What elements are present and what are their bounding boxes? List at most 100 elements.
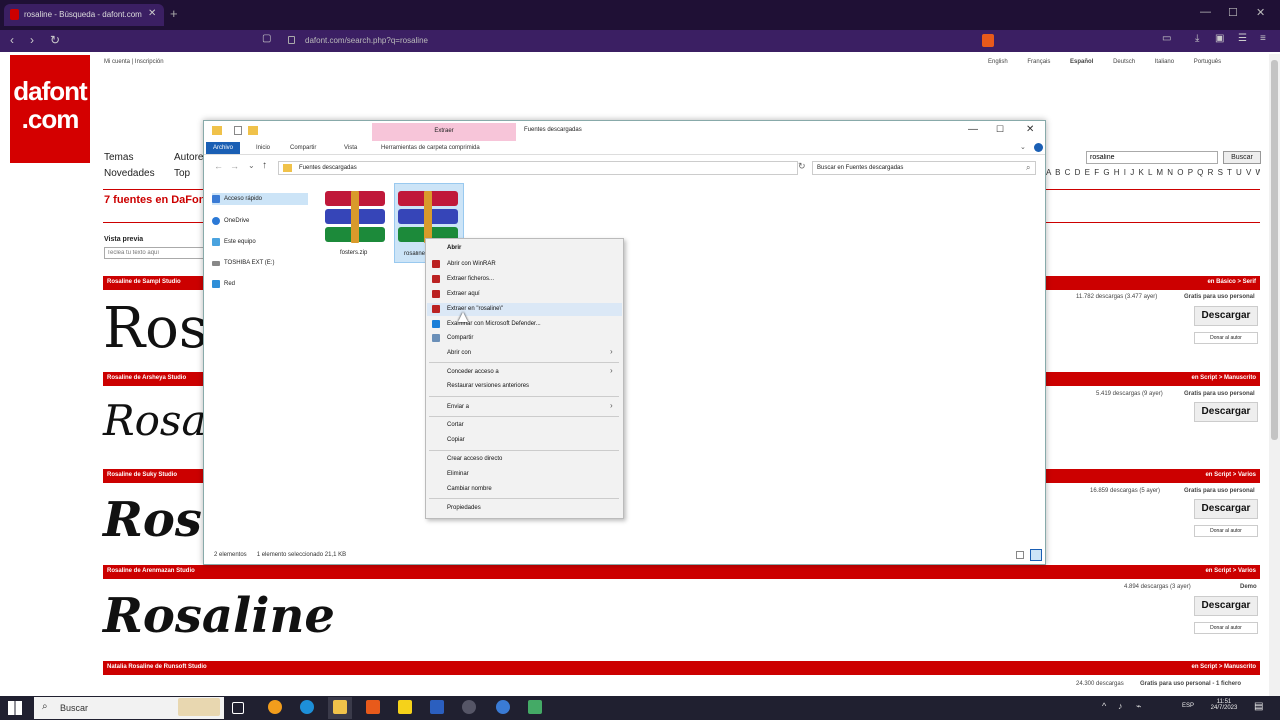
menu-item-delete[interactable]: Eliminar [447, 471, 469, 477]
large-icons-view-icon[interactable] [1030, 549, 1042, 561]
menu-item-restore-versions[interactable]: Restaurar versiones anteriores [447, 383, 529, 389]
tab-archivo[interactable]: Archivo [206, 142, 240, 154]
menu-item-extract-files[interactable]: Extraer ficheros... [447, 276, 494, 282]
lang-portuguese[interactable]: Português [1194, 59, 1221, 65]
forward-icon[interactable]: › [30, 33, 34, 47]
font-preview[interactable]: Rosaline [103, 588, 335, 644]
close-icon[interactable]: ✕ [1026, 124, 1034, 135]
menu-item-extract-to-folder[interactable]: Extraer en "rosaline\" [447, 306, 503, 312]
browser-tab[interactable]: rosaline - Búsqueda - dafont.com [4, 4, 164, 26]
download-button[interactable]: Descargar [1194, 402, 1258, 422]
download-button[interactable]: Descargar [1194, 499, 1258, 519]
tray-chevron-icon[interactable]: ^ [1102, 701, 1106, 711]
explorer-address-bar[interactable]: Fuentes descargadas [278, 161, 798, 175]
tab-extract[interactable]: Extraer [372, 123, 516, 141]
lang-english[interactable]: English [988, 59, 1008, 65]
menu-top[interactable]: Top [174, 168, 190, 179]
scrollbar-thumb[interactable] [1271, 60, 1278, 440]
lang-german[interactable]: Deutsch [1113, 59, 1135, 65]
app-icon[interactable] [496, 700, 510, 714]
font-name-link[interactable]: Natalia Rosaline de Runsoft Studio [107, 664, 207, 670]
alphabet-nav[interactable]: A B C D E F G H I J K L M N O P Q R S T … [1046, 168, 1260, 177]
reload-icon[interactable]: ↻ [50, 33, 60, 47]
font-category[interactable]: en Script > Manuscrito [1191, 375, 1256, 381]
menu-item-cut[interactable]: Cortar [447, 422, 464, 428]
menu-item-rename[interactable]: Cambiar nombre [447, 486, 492, 492]
sticky-notes-icon[interactable] [398, 700, 412, 714]
font-category[interactable]: en Script > Varios [1205, 472, 1256, 478]
sidebar-item-toshiba-drive[interactable]: TOSHIBA EXT (E:) [212, 257, 308, 269]
sidebar-item-quick-access[interactable]: Acceso rápido [212, 193, 308, 205]
downloads-icon[interactable]: ⤓ [1195, 33, 1199, 44]
font-category[interactable]: en Básico > Serif [1207, 279, 1256, 285]
menu-item-open-winrar[interactable]: Abrir con WinRAR [447, 261, 496, 267]
minimize-icon[interactable]: — [968, 124, 978, 135]
up-icon[interactable]: ↑ [262, 160, 267, 171]
refresh-icon[interactable]: ↻ [798, 161, 806, 172]
sidebar-item-this-pc[interactable]: Este equipo [212, 236, 308, 248]
lang-french[interactable]: Français [1027, 59, 1050, 65]
download-button[interactable]: Descargar [1194, 596, 1258, 616]
menu-item-share[interactable]: Compartir [447, 335, 473, 341]
recent-locations-icon[interactable]: ⌄ [248, 161, 255, 170]
sidebar-panel-icon[interactable]: ▭ [1162, 33, 1171, 44]
explorer-search-input[interactable]: Buscar en Fuentes descargadas [812, 161, 1036, 175]
menu-item-properties[interactable]: Propiedades [447, 505, 481, 511]
menu-item-create-shortcut[interactable]: Crear acceso directo [447, 456, 502, 462]
network-icon[interactable]: ⌁ [1136, 701, 1141, 712]
language-indicator[interactable]: ESP [1182, 703, 1194, 709]
extensions-icon[interactable]: ☰ [1238, 33, 1247, 44]
winrar-archive-icon[interactable] [325, 191, 385, 243]
ribbon-expand-icon[interactable]: ⌄ [1020, 143, 1026, 151]
maximize-icon[interactable]: ☐ [996, 124, 1004, 135]
file-explorer-icon[interactable] [333, 700, 347, 714]
font-row-header[interactable]: Rosaline de Arenmazan Studio en Script > … [103, 565, 1260, 579]
brave-icon[interactable] [366, 700, 380, 714]
site-search-button[interactable]: Buscar [1223, 151, 1261, 164]
edge-icon[interactable] [300, 700, 314, 714]
lang-spanish[interactable]: Español [1070, 59, 1093, 65]
account-links[interactable]: Mi cuenta | Inscripción [104, 59, 164, 65]
new-tab-button[interactable]: + [170, 6, 178, 21]
menu-item-open[interactable]: Abrir [447, 245, 461, 251]
task-view-icon[interactable] [232, 702, 244, 714]
tab-compartir[interactable]: Compartir [290, 145, 316, 151]
app-icon[interactable] [528, 700, 542, 714]
back-icon[interactable]: ‹ [10, 33, 14, 47]
tab-inicio[interactable]: Inicio [256, 145, 270, 151]
menu-item-copy[interactable]: Copiar [447, 437, 465, 443]
donate-button[interactable]: Donar al autor [1194, 525, 1258, 537]
font-category[interactable]: en Script > Manuscrito [1191, 664, 1256, 670]
menu-novedades[interactable]: Novedades [104, 168, 155, 179]
file-name[interactable]: fosters.zip [340, 250, 367, 256]
font-name-link[interactable]: Rosaline de Arsheya Studio [107, 375, 186, 381]
file-name[interactable]: rosaline.zip [404, 251, 426, 257]
address-bar[interactable]: dafont.com/search.php?q=rosaline [255, 33, 975, 49]
menu-item-open-with[interactable]: Abrir con [447, 350, 471, 356]
windows-start-icon[interactable] [8, 701, 22, 715]
maximize-icon[interactable]: ☐ [1228, 6, 1238, 19]
font-name-link[interactable]: Rosaline de Sampl Studio [107, 279, 181, 285]
site-search-input[interactable] [1086, 151, 1218, 164]
tab-vista[interactable]: Vista [344, 145, 357, 151]
wallet-icon[interactable]: ▣ [1215, 33, 1224, 44]
close-window-icon[interactable]: ✕ [1256, 6, 1265, 19]
preview-input[interactable] [104, 247, 204, 259]
download-button[interactable]: Descargar [1194, 306, 1258, 326]
minimize-icon[interactable]: — [1200, 6, 1211, 18]
tab-close-icon[interactable]: ✕ [148, 8, 156, 19]
menu-item-send-to[interactable]: Enviar a [447, 404, 469, 410]
font-name-link[interactable]: Rosaline de Arenmazan Studio [107, 568, 195, 574]
app-icon[interactable] [462, 700, 476, 714]
menu-item-give-access[interactable]: Conceder acceso a [447, 369, 499, 375]
file-explorer-window[interactable]: Extraer Fuentes descargadas — ☐ ✕ Archiv… [203, 120, 1046, 565]
notifications-icon[interactable]: ▤ [1254, 701, 1263, 712]
properties-icon[interactable] [234, 126, 242, 135]
search-highlight-icon[interactable] [178, 698, 220, 716]
chrome-icon[interactable] [268, 700, 282, 714]
word-icon[interactable] [430, 700, 444, 714]
lang-italian[interactable]: Italiano [1155, 59, 1174, 65]
back-icon[interactable]: ← [214, 161, 223, 171]
sidebar-item-onedrive[interactable]: OneDrive [212, 215, 308, 227]
dafont-logo[interactable]: dafont .com [10, 55, 90, 163]
